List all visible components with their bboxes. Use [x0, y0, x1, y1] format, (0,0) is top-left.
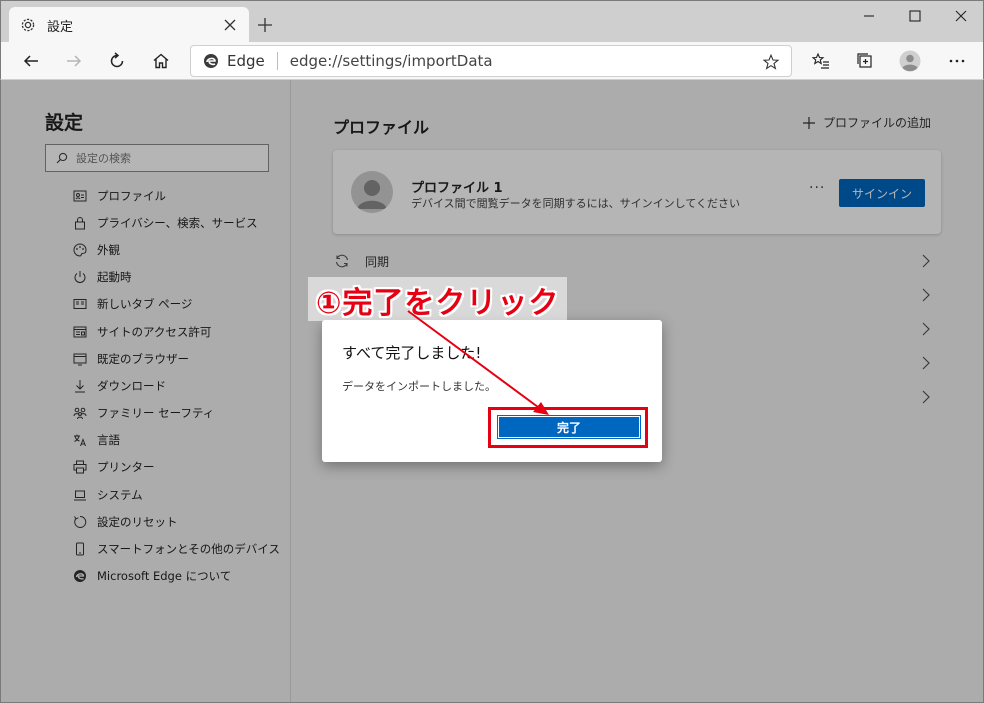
collections-button[interactable] — [851, 47, 879, 75]
back-button[interactable] — [17, 47, 45, 75]
forward-button[interactable] — [60, 47, 88, 75]
favorites-button[interactable] — [807, 47, 835, 75]
favorite-star-icon[interactable] — [761, 52, 781, 72]
refresh-button[interactable] — [103, 47, 131, 75]
annotation-label: ①完了をクリック — [316, 286, 560, 321]
tab-settings[interactable]: 設定 — [9, 7, 249, 43]
close-tab-icon[interactable] — [221, 16, 239, 34]
dialog-title: すべて完了しました! — [342, 344, 482, 362]
browser-toolbar: Edge edge://settings/importData — [0, 42, 984, 80]
minimize-button[interactable] — [846, 1, 892, 31]
url-text[interactable]: edge://settings/importData — [290, 52, 493, 70]
dialog-message: データをインポートしました。 — [342, 380, 496, 393]
address-separator — [276, 52, 278, 70]
address-bar[interactable]: Edge edge://settings/importData — [190, 45, 792, 77]
close-window-button[interactable] — [938, 1, 984, 31]
profile-avatar-button[interactable] — [896, 47, 924, 75]
edge-label: Edge — [227, 52, 265, 70]
done-button-highlight — [488, 407, 648, 448]
tab-title: 設定 — [47, 19, 74, 35]
title-bar: 設定 — [0, 0, 984, 43]
maximize-button[interactable] — [892, 1, 938, 31]
home-button[interactable] — [147, 47, 175, 75]
edge-logo-icon — [203, 53, 219, 69]
gear-icon — [19, 16, 37, 34]
more-menu-button[interactable] — [943, 47, 971, 75]
new-tab-button[interactable] — [253, 13, 277, 37]
